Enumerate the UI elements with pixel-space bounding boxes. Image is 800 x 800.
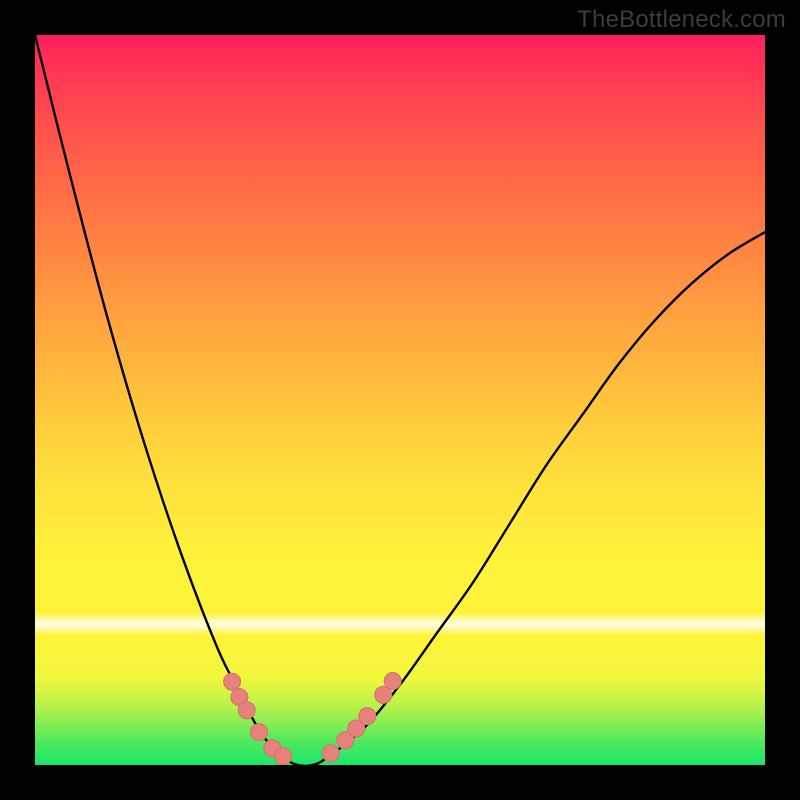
data-marker: [359, 708, 376, 725]
bottleneck-curve-path: [35, 35, 765, 765]
curve-layer: [35, 35, 765, 765]
marker-group: [224, 673, 402, 765]
data-marker: [238, 702, 255, 719]
data-marker: [322, 745, 339, 762]
data-marker: [251, 724, 268, 741]
plot-area: [35, 35, 765, 765]
watermark-text: TheBottleneck.com: [577, 6, 786, 34]
data-marker: [224, 673, 241, 690]
chart-frame: TheBottleneck.com: [0, 0, 800, 800]
data-marker: [275, 748, 292, 765]
data-marker: [384, 673, 401, 690]
